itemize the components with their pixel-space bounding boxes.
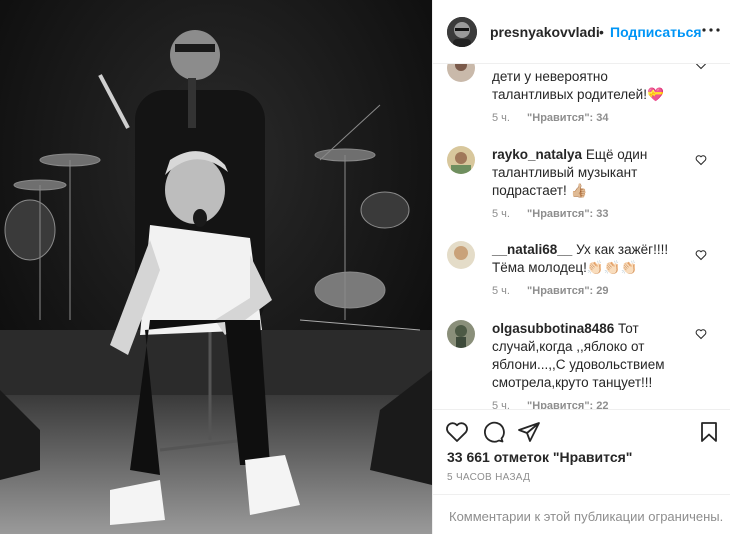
comment-likes[interactable]: "Нравится": 29 xyxy=(527,285,608,297)
ellipsis-icon[interactable] xyxy=(699,18,723,42)
comments-list[interactable]: дети у невероятно талантливых родителей!… xyxy=(433,64,730,409)
post-photo[interactable] xyxy=(0,0,432,534)
comment-username[interactable]: rayko_natalya xyxy=(492,147,582,162)
separator-dot: • xyxy=(599,24,604,40)
comment-likes[interactable]: "Нравится": 22 xyxy=(527,400,608,409)
commenter-avatar[interactable] xyxy=(447,64,475,82)
photo-illustration xyxy=(0,0,432,534)
comment-age: 5 ч. xyxy=(492,208,510,220)
comments-disabled-text: Комментарии к этой публикации ограничены… xyxy=(449,509,724,524)
post-actions xyxy=(433,409,730,452)
post-header: presnyakovvladimi • Подписаться xyxy=(433,0,730,64)
author-username[interactable]: presnyakovvladimi xyxy=(490,24,600,40)
paper-plane-icon[interactable] xyxy=(517,420,541,444)
heart-icon[interactable] xyxy=(445,420,469,444)
comments-disabled-footer: Комментарии к этой публикации ограничены… xyxy=(433,494,730,534)
commenter-avatar[interactable] xyxy=(447,320,475,348)
comment-age: 5 ч. xyxy=(492,400,510,409)
heart-icon[interactable] xyxy=(695,249,707,261)
author-avatar[interactable] xyxy=(447,17,477,47)
post-time[interactable]: 5 часов назад xyxy=(447,472,530,483)
post-panel: presnyakovvladimi • Подписаться дети у н… xyxy=(432,0,730,534)
likes-count[interactable]: 33 661 отметок "Нравится" xyxy=(447,449,632,465)
bookmark-icon[interactable] xyxy=(697,420,721,444)
heart-icon[interactable] xyxy=(695,154,707,166)
commenter-avatar[interactable] xyxy=(447,241,475,269)
commenter-avatar[interactable] xyxy=(447,146,475,174)
comment-bubble-icon[interactable] xyxy=(481,420,505,444)
comment-username[interactable]: __natali68__ xyxy=(492,242,572,257)
comment-likes[interactable]: "Нравится": 33 xyxy=(527,208,608,220)
comment-likes[interactable]: "Нравится": 34 xyxy=(527,112,608,124)
comment-age: 5 ч. xyxy=(492,285,510,297)
comment-text: дети у невероятно талантливых родителей!… xyxy=(492,69,664,102)
heart-icon[interactable] xyxy=(695,328,707,340)
heart-icon[interactable] xyxy=(695,64,707,70)
comment-age: 5 ч. xyxy=(492,112,510,124)
follow-button[interactable]: Подписаться xyxy=(610,24,702,40)
comment-username[interactable]: olgasubbotina8486 xyxy=(492,321,614,336)
